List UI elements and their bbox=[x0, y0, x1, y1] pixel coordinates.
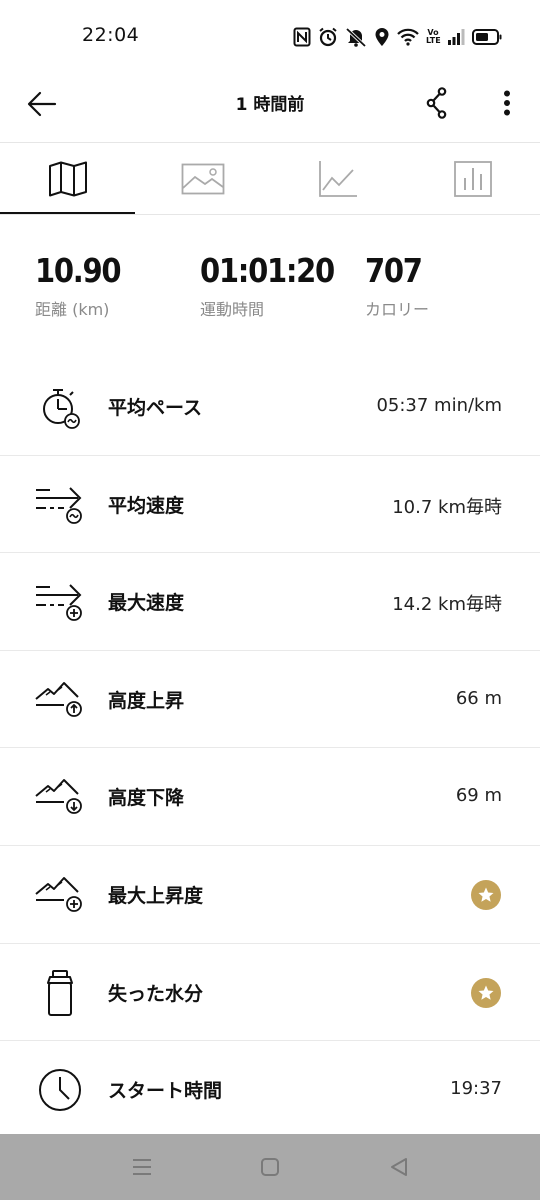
nfc-icon bbox=[293, 27, 311, 47]
max-ascent-icon bbox=[34, 869, 86, 921]
stat-label: 高度下降 bbox=[108, 787, 185, 810]
stat-value: 14.2 km毎時 bbox=[392, 594, 502, 616]
recent-apps-button[interactable] bbox=[127, 1152, 157, 1182]
calories-metric: 707 カロリー bbox=[365, 250, 429, 320]
photo-icon bbox=[181, 163, 224, 195]
stat-value: 66 m bbox=[455, 687, 502, 709]
tab-photos[interactable] bbox=[135, 143, 270, 215]
bar-chart-icon bbox=[453, 161, 492, 197]
stat-max-speed: 最大速度 14.2 km毎時 bbox=[0, 553, 540, 651]
signal-icon bbox=[447, 28, 465, 46]
app-bar: 1 時間前 bbox=[0, 72, 540, 142]
duration-value: 01:01:20 bbox=[200, 251, 335, 290]
tab-bar bbox=[0, 143, 540, 215]
share-button[interactable] bbox=[418, 82, 458, 124]
wifi-icon bbox=[397, 28, 419, 46]
stat-water-loss: 失った水分 bbox=[0, 944, 540, 1042]
premium-badge[interactable] bbox=[471, 879, 501, 910]
stat-label: スタート時間 bbox=[108, 1080, 223, 1103]
stat-start-time: スタート時間 19:37 bbox=[0, 1041, 540, 1139]
tabs-divider bbox=[0, 214, 540, 215]
ascent-icon bbox=[34, 674, 86, 726]
tab-bar-chart[interactable] bbox=[405, 143, 540, 215]
clock-icon bbox=[34, 1064, 86, 1116]
max-speed-icon bbox=[34, 576, 86, 628]
stat-label: 平均速度 bbox=[108, 494, 185, 517]
distance-value: 10.90 bbox=[35, 251, 122, 290]
tab-line-chart[interactable] bbox=[270, 143, 405, 215]
home-icon bbox=[261, 1158, 279, 1176]
distance-metric: 10.90 距離 (km) bbox=[35, 250, 132, 320]
more-options-button[interactable] bbox=[490, 82, 524, 124]
stats-list: 平均ペース 05:37 min/km 平均速度 10.7 km毎時 最大速度 1… bbox=[0, 358, 540, 1139]
alarm-icon bbox=[318, 27, 338, 47]
calories-label: カロリー bbox=[365, 300, 430, 319]
pace-stopwatch-icon bbox=[34, 381, 86, 433]
system-nav-bar bbox=[0, 1134, 540, 1200]
star-icon bbox=[478, 985, 494, 1000]
page-title: 1 時間前 bbox=[235, 95, 305, 115]
volte-icon: Vo LTE bbox=[426, 28, 441, 45]
status-bar: 22:04 Vo LTE bbox=[0, 0, 540, 72]
tab-map[interactable] bbox=[0, 143, 135, 215]
duration-label: 運動時間 bbox=[200, 300, 265, 319]
stat-value: 05:37 min/km bbox=[376, 395, 502, 416]
stat-avg-pace: 平均ペース 05:37 min/km bbox=[0, 358, 540, 456]
battery-icon bbox=[472, 28, 502, 46]
more-vert-icon bbox=[504, 90, 510, 116]
stat-label: 平均ペース bbox=[108, 397, 203, 419]
map-icon bbox=[48, 161, 87, 197]
stat-ascent: 高度上昇 66 m bbox=[0, 651, 540, 749]
water-bottle-icon bbox=[34, 967, 86, 1019]
stat-label: 高度上昇 bbox=[108, 689, 185, 712]
share-icon bbox=[426, 87, 447, 119]
back-icon bbox=[391, 1158, 407, 1176]
star-icon bbox=[478, 887, 494, 902]
summary-metrics: 10.90 距離 (km) 01:01:20 運動時間 707 カロリー bbox=[0, 250, 540, 330]
stat-value: 19:37 bbox=[450, 1078, 502, 1100]
avg-speed-icon bbox=[34, 479, 86, 531]
stat-label: 失った水分 bbox=[108, 982, 204, 1005]
stat-label: 最大速度 bbox=[108, 592, 185, 615]
status-icons: Vo LTE bbox=[293, 25, 502, 49]
stat-label: 最大上昇度 bbox=[108, 884, 204, 907]
stat-value: 10.7 km毎時 bbox=[392, 496, 502, 518]
stat-avg-speed: 平均速度 10.7 km毎時 bbox=[0, 456, 540, 554]
descent-icon bbox=[34, 771, 86, 823]
stat-max-ascent: 最大上昇度 bbox=[0, 846, 540, 944]
stat-value: 69 m bbox=[455, 785, 502, 807]
calories-value: 707 bbox=[365, 251, 423, 290]
stat-descent: 高度下降 69 m bbox=[0, 748, 540, 846]
line-chart-icon bbox=[318, 161, 357, 197]
mute-icon bbox=[345, 27, 367, 47]
home-button[interactable] bbox=[255, 1152, 285, 1182]
premium-badge[interactable] bbox=[471, 977, 501, 1008]
distance-label: 距離 (km) bbox=[35, 300, 110, 319]
duration-metric: 01:01:20 運動時間 bbox=[200, 250, 352, 320]
recent-apps-icon bbox=[133, 1159, 151, 1175]
status-time: 22:04 bbox=[82, 24, 140, 46]
location-icon bbox=[374, 27, 390, 47]
system-back-button[interactable] bbox=[384, 1152, 414, 1182]
